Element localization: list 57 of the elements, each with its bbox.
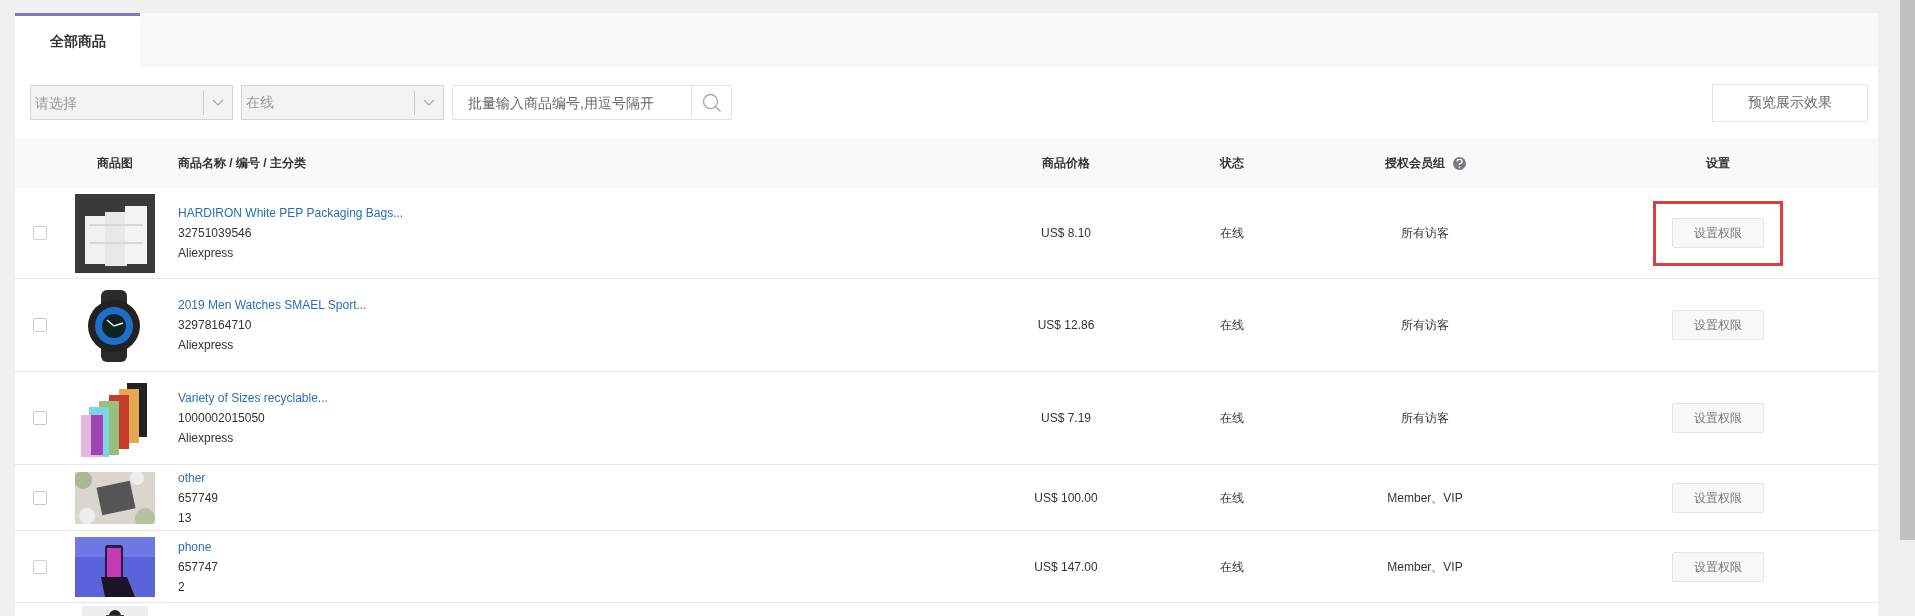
chevron-down-icon [212, 98, 224, 107]
preview-button[interactable]: 预览展示效果 [1712, 83, 1868, 122]
status-text: 在线 [1220, 225, 1244, 242]
set-permission-button[interactable]: 设置权限 [1672, 403, 1764, 433]
product-category: Aliexpress [178, 430, 234, 447]
set-permission-button[interactable]: 设置权限 [1672, 218, 1764, 248]
category-input[interactable]: 请选择 [31, 86, 203, 119]
product-link[interactable]: HARDIRON White PEP Packaging Bags... [178, 203, 404, 223]
product-category: Aliexpress [178, 245, 234, 262]
set-permission-button[interactable]: 设置权限 [1672, 551, 1764, 582]
product-id: 657749 [178, 489, 219, 507]
chevron-down-icon [423, 98, 435, 107]
product-link[interactable]: phone [178, 536, 212, 557]
member-group-text: 所有访客 [1401, 410, 1449, 427]
checkbox[interactable] [33, 226, 47, 240]
product-link[interactable]: 2019 Men Watches SMAEL Sport... [178, 295, 367, 315]
price-text: US$ 100.00 [1034, 489, 1098, 507]
product-link[interactable]: other [178, 467, 206, 488]
category-select[interactable]: 请选择 [30, 85, 233, 120]
help-icon[interactable] [1452, 156, 1466, 170]
product-category: 2 [178, 578, 185, 596]
status-text: 在线 [1220, 410, 1244, 427]
status-text: 在线 [1220, 317, 1244, 334]
member-group-text: Member、VIP [1387, 489, 1463, 507]
column-header: 设置 [1706, 155, 1730, 172]
product-link[interactable]: Variety of Sizes recyclable... [178, 388, 328, 408]
product-id: 657747 [178, 558, 219, 576]
member-group-text: 所有访客 [1401, 225, 1449, 242]
member-group-text: 所有访客 [1401, 317, 1449, 334]
search-icon [701, 92, 722, 113]
checkbox[interactable] [33, 318, 47, 332]
price-text: US$ 8.10 [1040, 225, 1091, 242]
product-category: Aliexpress [178, 337, 234, 354]
scrollbar-thumb[interactable] [1900, 0, 1915, 540]
search-box[interactable]: 批量输入商品编号,用逗号隔开 [452, 85, 732, 120]
set-permission-button[interactable]: 设置权限 [1672, 482, 1764, 513]
checkbox[interactable] [33, 411, 47, 425]
product-id: 32978164710 [178, 317, 252, 334]
set-permission-button[interactable]: 设置权限 [1672, 310, 1764, 340]
checkbox[interactable] [33, 490, 47, 505]
member-group-text: Member、VIP [1387, 558, 1463, 576]
tab[interactable]: 全部商品 [15, 13, 140, 67]
column-header: 状态 [1220, 155, 1244, 172]
column-header: 授权会员组 [1384, 155, 1445, 172]
column-header: 商品价格 [1042, 155, 1090, 172]
price-text: US$ 147.00 [1034, 558, 1098, 576]
price-text: US$ 12.86 [1037, 317, 1095, 334]
column-header: 商品名称 / 编号 / 主分类 [178, 156, 306, 170]
product-category: 13 [178, 509, 192, 527]
product-id: 32751039546 [178, 225, 252, 242]
checkbox[interactable] [33, 559, 47, 574]
price-text: US$ 7.19 [1040, 410, 1091, 427]
search-field[interactable]: 批量输入商品编号,用逗号隔开 [453, 86, 691, 119]
product-id: 1000002015050 [178, 410, 265, 427]
status-text: 在线 [1220, 489, 1244, 507]
status-text: 在线 [1220, 558, 1244, 576]
column-header: 商品图 [97, 155, 133, 172]
